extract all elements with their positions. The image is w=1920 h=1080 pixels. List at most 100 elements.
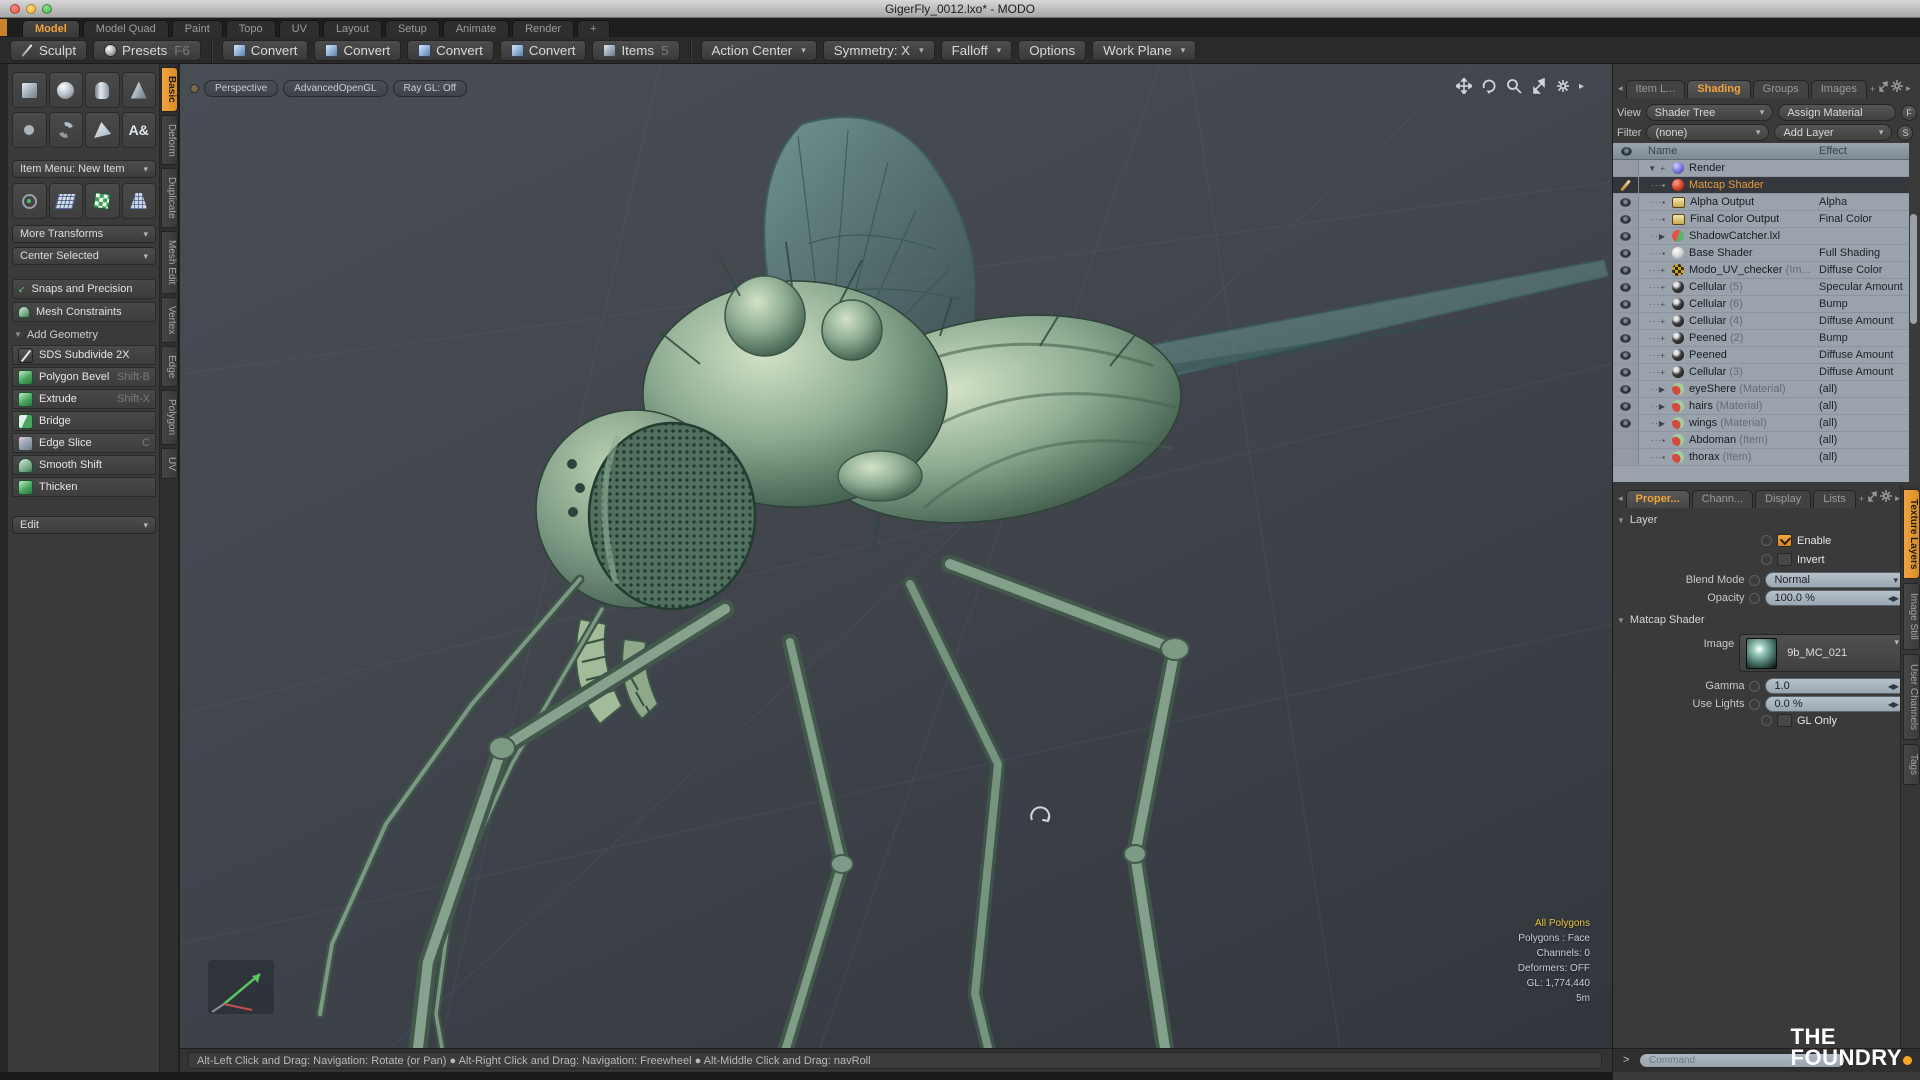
expander-icon[interactable]: ▼ + bbox=[1639, 164, 1669, 173]
channel-knob[interactable] bbox=[1749, 593, 1760, 604]
menu-tab-model[interactable]: Model bbox=[22, 20, 80, 38]
shading-tab-groups[interactable]: Groups bbox=[1753, 80, 1809, 98]
spinner-icon[interactable]: ◀▶ bbox=[1888, 700, 1898, 709]
visibility-cell[interactable] bbox=[1613, 398, 1639, 414]
shading-expand-icon[interactable] bbox=[1878, 81, 1889, 98]
visibility-cell[interactable] bbox=[1613, 381, 1639, 397]
expander-icon[interactable]: ···+ bbox=[1639, 266, 1669, 275]
add-layer-dropdown[interactable]: Add Layer▾ bbox=[1774, 124, 1892, 141]
shader-tree-dropdown[interactable]: Shader Tree▾ bbox=[1646, 104, 1774, 121]
convert-button-1[interactable]: Convert bbox=[222, 40, 309, 61]
expander-icon[interactable]: ···▪ bbox=[1639, 198, 1669, 207]
matcap-section-header[interactable]: ▼ Matcap Shader bbox=[1617, 614, 1705, 626]
name-column-header[interactable]: Name bbox=[1639, 145, 1677, 157]
eye-icon[interactable] bbox=[1620, 283, 1631, 292]
tool-tab-edge[interactable]: Edge bbox=[161, 346, 178, 387]
tree-row-base-shader[interactable]: ···▪Base ShaderFull Shading bbox=[1613, 245, 1909, 262]
shading-scroll-right-icon[interactable]: ▸ bbox=[1905, 83, 1912, 98]
viewport-menu-dot-icon[interactable] bbox=[190, 84, 199, 93]
menu-tab-uv[interactable]: UV bbox=[279, 20, 320, 38]
channel-knob[interactable] bbox=[1761, 535, 1772, 546]
invert-checkbox[interactable] bbox=[1777, 553, 1792, 566]
viewport-3d[interactable]: PerspectiveAdvancedOpenGLRay GL: Off ▸ A… bbox=[180, 64, 1612, 1048]
channel-knob[interactable] bbox=[1761, 715, 1772, 726]
eye-icon[interactable] bbox=[1620, 334, 1631, 343]
eye-icon[interactable] bbox=[1620, 266, 1631, 275]
tool-tab-duplicate[interactable]: Duplicate bbox=[161, 168, 178, 228]
visibility-cell[interactable] bbox=[1613, 211, 1639, 227]
menu-tab-item[interactable]: + bbox=[577, 20, 609, 38]
expander-icon[interactable]: ···▪ bbox=[1639, 436, 1669, 445]
enable-checkbox[interactable] bbox=[1777, 534, 1792, 547]
add-geometry-section[interactable]: ▼ Add Geometry bbox=[10, 327, 158, 342]
expander-icon[interactable]: ···▪ bbox=[1639, 453, 1669, 462]
channel-knob[interactable] bbox=[1749, 699, 1760, 710]
menu-tab-setup[interactable]: Setup bbox=[385, 20, 440, 38]
expander-icon[interactable]: ··▶ bbox=[1639, 385, 1669, 394]
expander-icon[interactable]: ···+ bbox=[1639, 334, 1669, 343]
convert-button-2[interactable]: Convert bbox=[314, 40, 401, 61]
visibility-cell[interactable] bbox=[1613, 432, 1639, 448]
eye-icon[interactable] bbox=[1620, 368, 1631, 377]
brush-icon[interactable] bbox=[1620, 179, 1631, 191]
eye-icon[interactable] bbox=[1620, 402, 1631, 411]
shading-tab-images[interactable]: Images bbox=[1811, 80, 1867, 98]
panel-expand-icon[interactable]: ▸ bbox=[1579, 81, 1584, 92]
snaps-precision-button[interactable]: ↙ Snaps and Precision bbox=[12, 279, 156, 299]
falloff-dropdown[interactable]: Falloff▾ bbox=[941, 40, 1013, 61]
properties-tab-display[interactable]: Display bbox=[1755, 490, 1811, 508]
tool-smooth-shift[interactable]: Smooth Shift bbox=[12, 455, 156, 475]
spinner-icon[interactable]: ◀▶ bbox=[1888, 682, 1898, 691]
expander-icon[interactable]: ···+ bbox=[1639, 351, 1669, 360]
gamma-field[interactable]: 1.0◀▶ bbox=[1765, 678, 1907, 694]
tool-tab-deform[interactable]: Deform bbox=[161, 115, 178, 166]
cube-tool-button[interactable] bbox=[12, 72, 47, 108]
tree-scrollbar[interactable] bbox=[1910, 214, 1917, 324]
visibility-cell[interactable] bbox=[1613, 313, 1639, 329]
convert-button-3[interactable]: Convert bbox=[407, 40, 494, 61]
shading-gear-icon[interactable] bbox=[1891, 80, 1903, 98]
tree-row-abdoman-item[interactable]: ···▪Abdoman (Item)(all) bbox=[1613, 432, 1909, 449]
plane-tool-button[interactable] bbox=[49, 183, 84, 219]
visibility-cell[interactable] bbox=[1613, 449, 1639, 465]
properties-expand-icon[interactable] bbox=[1867, 491, 1878, 508]
visibility-cell[interactable] bbox=[1613, 364, 1639, 380]
tree-row-alpha-output[interactable]: ···▪Alpha OutputAlpha bbox=[1613, 194, 1909, 211]
tree-row-cellular-3[interactable]: ···+Cellular (3)Diffuse Amount bbox=[1613, 364, 1909, 381]
layer-section-header[interactable]: ▼ Layer bbox=[1617, 514, 1657, 526]
expander-icon[interactable]: ···▪ bbox=[1639, 181, 1669, 190]
convert-button-4[interactable]: Convert bbox=[500, 40, 587, 61]
expander-icon[interactable]: ···▪ bbox=[1639, 215, 1669, 224]
visibility-cell[interactable] bbox=[1613, 245, 1639, 261]
visibility-cell[interactable] bbox=[1613, 160, 1639, 176]
tool-tab-vertex[interactable]: Vertex bbox=[161, 297, 178, 343]
tool-sds-subdivide-2x[interactable]: SDS Subdivide 2X bbox=[12, 345, 156, 365]
menu-tab-render[interactable]: Render bbox=[512, 20, 574, 38]
opacity-field[interactable]: 100.0 %◀▶ bbox=[1765, 590, 1907, 606]
eye-icon[interactable] bbox=[1620, 232, 1631, 241]
tool-extrude[interactable]: ExtrudeShift-X bbox=[12, 389, 156, 409]
side-tab-tags[interactable]: Tags bbox=[1903, 744, 1920, 785]
tree-row-matcap-shader[interactable]: ···▪Matcap Shader bbox=[1613, 177, 1909, 194]
cone-tool-button[interactable] bbox=[122, 72, 157, 108]
gl-only-checkbox[interactable] bbox=[1777, 714, 1792, 727]
properties-gear-icon[interactable] bbox=[1880, 490, 1892, 508]
orbit-icon[interactable] bbox=[1481, 78, 1497, 94]
tree-row-wings-material[interactable]: ··▶wings (Material)(all) bbox=[1613, 415, 1909, 432]
image-dropdown[interactable]: 9b_MC_021 ▾ bbox=[1739, 634, 1907, 672]
eye-icon[interactable] bbox=[1620, 419, 1631, 428]
visibility-cell[interactable] bbox=[1613, 330, 1639, 346]
options-button[interactable]: Options bbox=[1018, 40, 1086, 61]
tree-row-modo-uv-checker-im[interactable]: ···+Modo_UV_checker (Im...Diffuse Color bbox=[1613, 262, 1909, 279]
visibility-cell[interactable] bbox=[1613, 296, 1639, 312]
side-tab-texture-layers[interactable]: Texture Layers bbox=[1903, 489, 1920, 579]
channel-knob[interactable] bbox=[1749, 575, 1760, 586]
symmetry-x-dropdown[interactable]: Symmetry: X▾ bbox=[823, 40, 935, 61]
torus-tool-button[interactable] bbox=[12, 112, 47, 148]
eye-icon[interactable] bbox=[1620, 317, 1631, 326]
tool-tab-polygon[interactable]: Polygon bbox=[161, 390, 178, 444]
menu-tab-layout[interactable]: Layout bbox=[323, 20, 382, 38]
tree-row-cellular-4[interactable]: ···+Cellular (4)Diffuse Amount bbox=[1613, 313, 1909, 330]
shading-tab-item-l[interactable]: Item L... bbox=[1626, 80, 1686, 98]
expander-icon[interactable]: ··▶ bbox=[1639, 419, 1669, 428]
